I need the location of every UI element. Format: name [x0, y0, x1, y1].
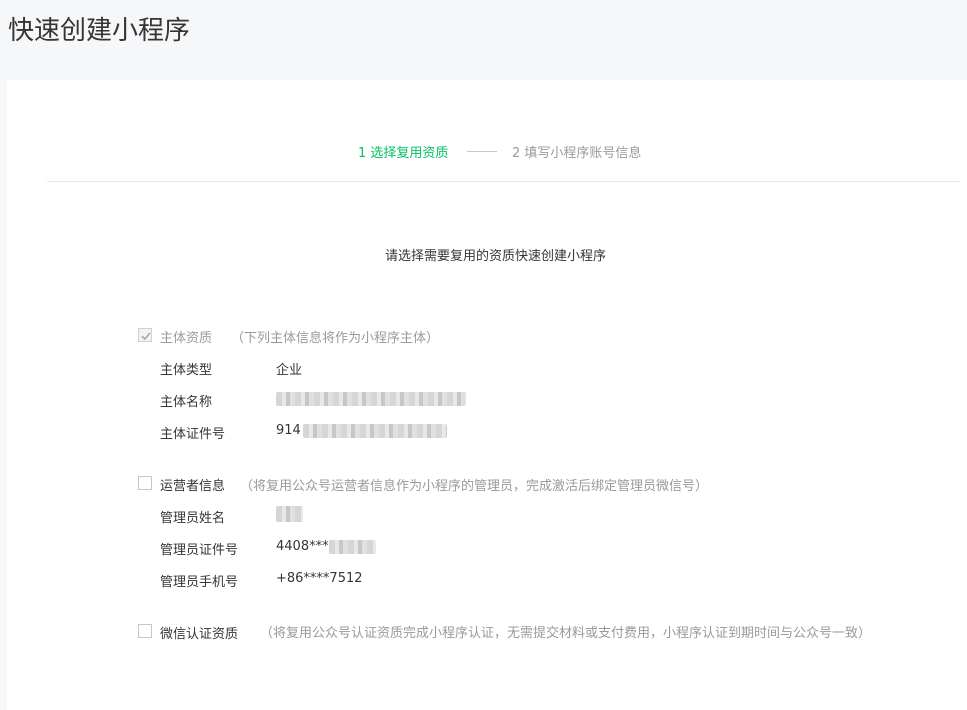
subtitle-text: 请选择需要复用的资质快速创建小程序	[385, 249, 607, 264]
operator-checkbox[interactable]	[138, 476, 152, 490]
step-connector	[467, 151, 497, 152]
page-title: 快速创建小程序	[8, 16, 191, 46]
entity-id-redacted	[303, 424, 447, 438]
entity-name-redacted	[276, 392, 466, 406]
admin-phone-label: 管理员手机号	[160, 575, 239, 590]
step-indicator: 1 选择复用资质 2 填写小程序账号信息	[7, 142, 967, 162]
admin-name-redacted	[276, 506, 303, 522]
entity-type-value: 企业	[276, 363, 303, 378]
entity-id-value: 914	[276, 423, 301, 438]
step-1-label: 1 选择复用资质	[358, 146, 449, 161]
entity-id-label: 主体证件号	[160, 427, 226, 442]
admin-id-value: 4408***	[276, 539, 329, 554]
admin-id-redacted	[329, 540, 376, 554]
entity-note: （下列主体信息将作为小程序主体）	[231, 331, 440, 346]
operator-note: （将复用公众号运营者信息作为小程序的管理员，完成激活后绑定管理员微信号）	[240, 479, 709, 494]
entity-name-label: 主体名称	[160, 395, 213, 410]
wechat-cert-note: （将复用公众号认证资质完成小程序认证，无需提交材料或支付费用，小程序认证到期时间…	[260, 626, 872, 641]
divider	[47, 181, 960, 182]
step-2-label: 2 填写小程序账号信息	[512, 146, 642, 161]
admin-phone-value: +86****7512	[276, 571, 363, 586]
check-icon	[141, 332, 151, 341]
main-panel: 1 选择复用资质 2 填写小程序账号信息 请选择需要复用的资质快速创建小程序 主…	[7, 80, 967, 710]
entity-type-label: 主体类型	[160, 363, 213, 378]
entity-checkbox[interactable]	[138, 328, 152, 342]
entity-title: 主体资质	[160, 331, 213, 346]
admin-id-label: 管理员证件号	[160, 543, 239, 558]
operator-title: 运营者信息	[160, 479, 226, 494]
admin-name-label: 管理员姓名	[160, 511, 226, 526]
